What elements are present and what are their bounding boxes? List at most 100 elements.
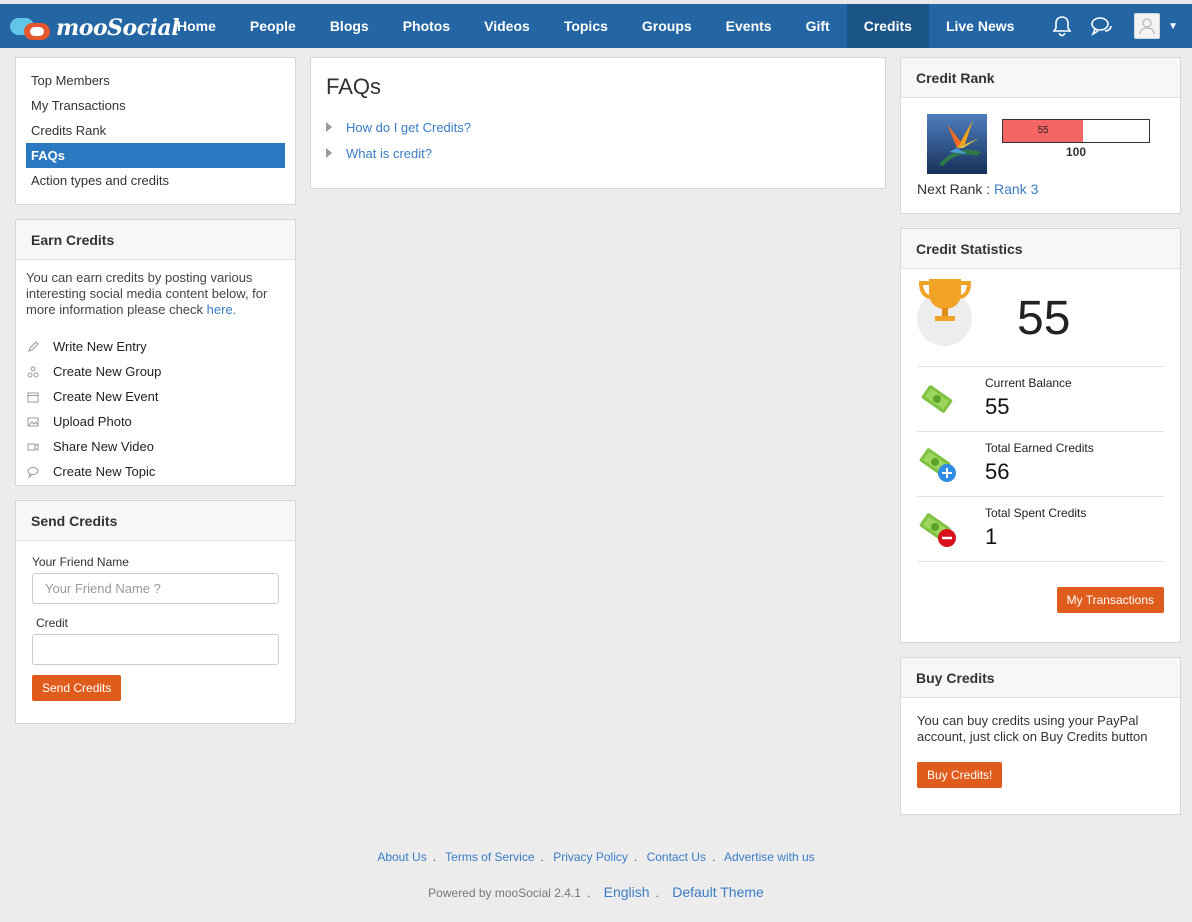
calendar-icon: [26, 390, 40, 404]
send-credits-box: Send Credits Your Friend Name Your Frien…: [15, 500, 296, 724]
pencil-icon: [26, 340, 40, 354]
trophy-icon: [917, 279, 972, 346]
stat-label: Total Earned Credits: [985, 441, 1094, 455]
earn-action-label: Share New Video: [53, 439, 154, 454]
create-new-event-link[interactable]: Create New Event: [26, 384, 285, 409]
my-transactions-button[interactable]: My Transactions: [1056, 587, 1164, 613]
money-icon: [919, 379, 959, 419]
powered-by-text: Powered by mooSocial 2.4.1: [428, 886, 581, 900]
share-new-video-link[interactable]: Share New Video: [26, 434, 285, 459]
earn-action-label: Create New Event: [53, 389, 159, 404]
footer-link-privacy[interactable]: Privacy Policy: [553, 850, 628, 864]
rank-max-value: 100: [1065, 145, 1087, 159]
next-rank-link[interactable]: Rank 3: [994, 181, 1038, 197]
faq-item[interactable]: What is credit?: [326, 140, 870, 166]
site-logo[interactable]: mooSocial: [8, 14, 180, 42]
nav-photos[interactable]: Photos: [386, 4, 467, 48]
menu-item-my-transactions[interactable]: My Transactions: [26, 93, 285, 118]
credit-rank-box: Credit Rank 55 100 Next Rank : Rank 3: [900, 57, 1181, 214]
credit-label: Credit: [36, 616, 69, 630]
rank-badge-image: [927, 114, 987, 174]
stat-value: 55: [985, 394, 1010, 419]
footer-link-terms[interactable]: Terms of Service: [445, 850, 534, 864]
next-rank: Next Rank : Rank 3: [917, 181, 1038, 197]
nav-groups[interactable]: Groups: [625, 4, 709, 48]
chevron-down-icon[interactable]: ▼: [1168, 21, 1178, 32]
credit-input[interactable]: [32, 634, 279, 665]
friend-name-label: Your Friend Name: [32, 555, 129, 569]
credit-statistics-box: Credit Statistics 55 Current Balance 55 …: [900, 228, 1181, 643]
expand-arrow-icon: [326, 122, 332, 132]
group-icon: [26, 365, 40, 379]
chat-icon[interactable]: [1082, 4, 1122, 48]
money-plus-icon: [919, 444, 959, 484]
buy-credits-button[interactable]: Buy Credits!: [917, 762, 1003, 788]
expand-arrow-icon: [326, 148, 332, 158]
bell-icon[interactable]: [1042, 4, 1082, 48]
logo-bubbles-icon: [8, 14, 52, 42]
theme-selector[interactable]: Default Theme: [672, 884, 764, 900]
top-icons: ▼: [1042, 4, 1178, 48]
menu-item-top-members[interactable]: Top Members: [26, 68, 285, 93]
footer-link-about[interactable]: About Us: [377, 850, 426, 864]
nav-people[interactable]: People: [233, 4, 313, 48]
earn-actions-list: Write New Entry Create New Group Create …: [16, 318, 295, 484]
upload-photo-link[interactable]: Upload Photo: [26, 409, 285, 434]
nav-credits[interactable]: Credits: [846, 4, 929, 48]
faq-question[interactable]: What is credit?: [346, 146, 432, 161]
earn-credits-text: You can earn credits by posting various …: [16, 260, 295, 318]
rank-progress-value: 55: [1037, 125, 1049, 136]
top-navbar: mooSocial Home People Blogs Photos Video…: [0, 0, 1192, 48]
nav-blogs[interactable]: Blogs: [313, 4, 386, 48]
create-new-group-link[interactable]: Create New Group: [26, 359, 285, 384]
total-credits-value: 55: [1017, 292, 1071, 345]
buy-credits-title: Buy Credits: [901, 658, 1180, 698]
nav-live-news[interactable]: Live News: [929, 4, 1031, 48]
menu-item-faqs[interactable]: FAQs: [26, 143, 285, 168]
footer-link-advertise[interactable]: Advertise with us: [724, 850, 815, 864]
earn-credits-box: Earn Credits You can earn credits by pos…: [15, 219, 296, 486]
stat-value: 56: [985, 459, 1010, 484]
send-credits-button[interactable]: Send Credits: [32, 675, 122, 701]
friend-name-input[interactable]: Your Friend Name ?: [32, 573, 279, 604]
write-new-entry-link[interactable]: Write New Entry: [26, 334, 285, 359]
main-nav: Home People Blogs Photos Videos Topics G…: [160, 4, 1031, 48]
stat-row-current-balance: Current Balance 55: [917, 367, 1164, 432]
create-new-topic-link[interactable]: Create New Topic: [26, 459, 285, 484]
language-selector[interactable]: English: [604, 884, 650, 900]
buy-credits-box: Buy Credits You can buy credits using yo…: [900, 657, 1181, 815]
stat-label: Current Balance: [985, 376, 1072, 390]
avatar[interactable]: [1134, 13, 1161, 39]
stat-value: 1: [985, 524, 998, 549]
nav-home[interactable]: Home: [160, 4, 233, 48]
nav-gift[interactable]: Gift: [789, 4, 847, 48]
powered-by: Powered by mooSocial 2.4.1. English. Def…: [428, 884, 764, 900]
footer-link-contact[interactable]: Contact Us: [647, 850, 706, 864]
footer-links: About Us. Terms of Service. Privacy Poli…: [377, 850, 815, 864]
stat-row-total-spent: Total Spent Credits 1: [917, 497, 1164, 562]
next-rank-label: Next Rank :: [917, 181, 991, 197]
menu-item-credits-rank[interactable]: Credits Rank: [26, 118, 285, 143]
faqs-box: FAQs How do I get Credits? What is credi…: [310, 57, 886, 189]
rank-progress-bar: 55: [1002, 119, 1150, 143]
send-credits-title: Send Credits: [16, 501, 295, 541]
nav-topics[interactable]: Topics: [547, 4, 625, 48]
buy-credits-text: You can buy credits using your PayPal ac…: [917, 713, 1148, 744]
money-minus-icon: [919, 509, 959, 549]
earn-credits-here-link[interactable]: here.: [207, 302, 237, 317]
faq-item[interactable]: How do I get Credits?: [326, 114, 870, 140]
earn-action-label: Upload Photo: [53, 414, 132, 429]
comment-icon: [26, 465, 40, 479]
nav-events[interactable]: Events: [709, 4, 789, 48]
credits-menu: Top Members My Transactions Credits Rank…: [15, 57, 296, 205]
stat-label: Total Spent Credits: [985, 506, 1087, 520]
earn-action-label: Create New Topic: [53, 464, 156, 479]
video-icon: [26, 440, 40, 454]
credit-statistics-title: Credit Statistics: [901, 229, 1180, 269]
earn-action-label: Create New Group: [53, 364, 162, 379]
credit-rank-title: Credit Rank: [901, 58, 1180, 98]
menu-item-action-types[interactable]: Action types and credits: [26, 168, 285, 193]
nav-videos[interactable]: Videos: [467, 4, 547, 48]
stat-row-total-earned: Total Earned Credits 56: [917, 432, 1164, 497]
faq-question[interactable]: How do I get Credits?: [346, 120, 471, 135]
